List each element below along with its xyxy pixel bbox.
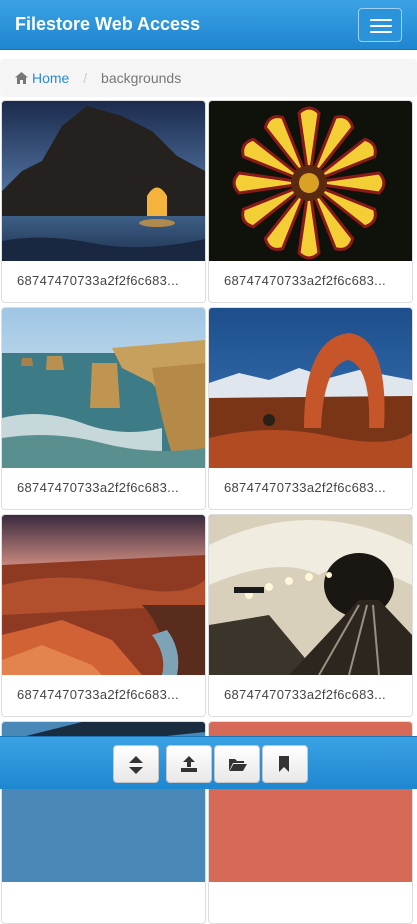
sort-button[interactable] [113,745,159,783]
sort-icon [129,756,143,774]
hamburger-icon-bar [370,25,392,27]
file-name: 68747470733a2f2f6c683... [17,687,179,702]
file-thumbnail[interactable]: 68747470733a2f2f6c683... [208,307,413,510]
upload-button[interactable] [166,745,212,783]
file-image [209,308,412,468]
hamburger-icon-bar [370,31,392,33]
bookmark-icon [279,756,289,772]
upload-icon [181,756,197,772]
file-image [209,101,412,261]
top-navbar: Filestore Web Access [0,0,417,50]
file-image [209,515,412,675]
file-name: 68747470733a2f2f6c683... [17,273,179,288]
hamburger-icon [370,19,392,21]
file-name: 68747470733a2f2f6c683... [224,273,386,288]
file-name: 68747470733a2f2f6c683... [224,480,386,495]
file-name: 68747470733a2f2f6c683... [224,687,386,702]
breadcrumb-home-link[interactable]: Home [15,70,73,86]
bookmark-button[interactable] [262,745,308,783]
home-icon [15,72,28,84]
breadcrumb-home-label: Home [32,70,70,86]
file-image [2,101,205,261]
app-title[interactable]: Filestore Web Access [15,14,200,35]
file-thumbnail[interactable]: 68747470733a2f2f6c683... [208,100,413,303]
file-image [2,308,205,468]
bottom-toolbar [0,736,417,789]
open-folder-button[interactable] [214,745,260,783]
breadcrumb-separator: / [83,70,88,86]
file-image [2,515,205,675]
file-thumbnail[interactable]: 68747470733a2f2f6c683... [1,100,206,303]
file-thumbnail[interactable]: 68747470733a2f2f6c683... [208,514,413,717]
file-thumbnail[interactable]: 68747470733a2f2f6c683... [1,514,206,717]
folder-open-icon [229,759,247,771]
file-name: 68747470733a2f2f6c683... [17,480,179,495]
menu-toggle-button[interactable] [358,8,402,42]
breadcrumb-current: backgrounds [101,70,182,86]
file-thumbnail[interactable]: 68747470733a2f2f6c683... [1,307,206,510]
breadcrumb: Home / backgrounds [0,59,417,97]
